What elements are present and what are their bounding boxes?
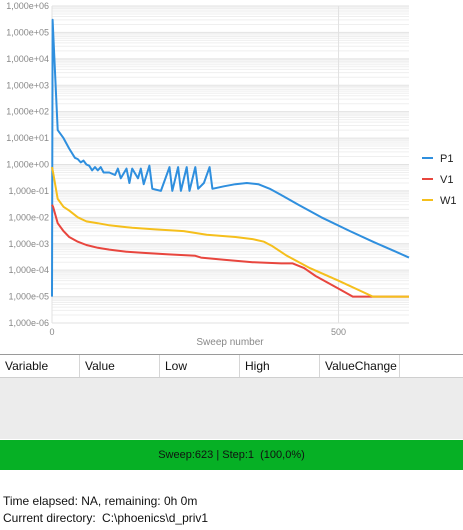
column-header-variable[interactable]: Variable	[0, 355, 80, 377]
current-directory-value: C:\phoenics\d_priv1	[102, 511, 209, 525]
x-tick-label: 0	[49, 327, 54, 337]
column-header-low[interactable]: Low	[160, 355, 240, 377]
column-header-value[interactable]: Value	[80, 355, 160, 377]
column-header-valuechange[interactable]: ValueChange	[320, 355, 400, 377]
y-tick-label: 1,000e-01	[8, 186, 49, 196]
progress-status-bar: Sweep:623 | Step:1 (100,0%)	[0, 440, 463, 470]
legend-label-w1: W1	[440, 195, 457, 207]
y-tick-label: 1,000e+03	[6, 80, 49, 90]
residual-chart-panel: 1,000e+06 1,000e+05 1,000e+04 1,000e+03 1,00…	[0, 0, 463, 352]
column-header-high[interactable]: High	[240, 355, 320, 377]
info-panel: Time elapsed: NA, remaining: 0h 0m Curre…	[3, 493, 208, 527]
y-tick-label: 1,000e-05	[8, 292, 49, 302]
legend-label-v1: V1	[440, 174, 453, 186]
time-elapsed-text: Time elapsed: NA, remaining: 0h 0m	[3, 494, 198, 508]
y-tick-label: 1,000e+05	[6, 27, 49, 37]
current-directory-label: Current directory:	[3, 511, 96, 525]
y-tick-label: 1,000e-06	[8, 318, 49, 328]
y-tick-label: 1,000e+06	[6, 1, 49, 11]
y-tick-label: 1,000e+01	[6, 133, 49, 143]
y-tick-label: 1,000e+02	[6, 107, 49, 117]
variables-table[interactable]: Variable Value Low High ValueChange	[0, 354, 463, 439]
x-axis-title: Sweep number	[196, 337, 264, 348]
table-header: Variable Value Low High ValueChange	[0, 355, 463, 378]
y-tick-label: 1,000e-04	[8, 265, 49, 275]
y-tick-label: 1,000e-03	[8, 239, 49, 249]
series-line-w1	[51, 166, 409, 298]
x-tick-label: 500	[331, 327, 346, 337]
residual-chart: 1,000e+06 1,000e+05 1,000e+04 1,000e+03 1,00…	[6, 1, 457, 348]
y-tick-label: 1,000e+00	[6, 160, 49, 170]
y-tick-label: 1,000e+04	[6, 54, 49, 64]
current-directory-line: Current directory: C:\phoenics\d_priv1	[3, 510, 208, 527]
status-text: Sweep:623 | Step:1 (100,0%)	[158, 449, 305, 461]
y-tick-label: 1,000e-02	[8, 212, 49, 222]
legend-label-p1: P1	[440, 153, 453, 165]
